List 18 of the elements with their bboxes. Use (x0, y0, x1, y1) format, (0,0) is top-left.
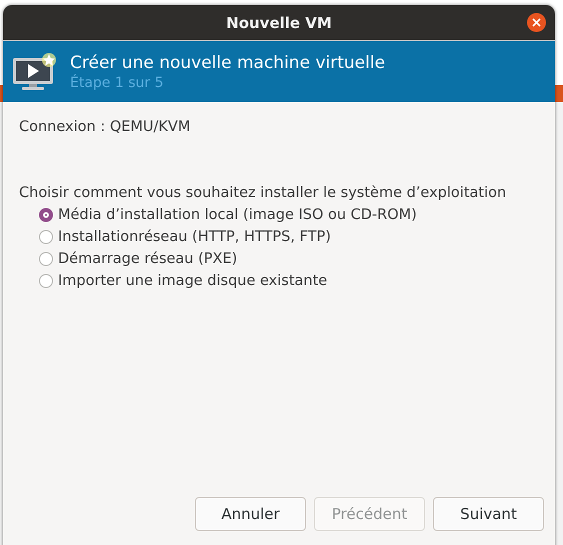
close-icon (532, 18, 541, 27)
install-option[interactable]: Importer une image disque existante (39, 273, 541, 289)
radio-button[interactable] (39, 252, 53, 266)
radio-button[interactable] (39, 230, 53, 244)
install-prompt: Choisir comment vous souhaitez installer le système d’exploitation (19, 185, 508, 201)
close-button[interactable] (527, 13, 546, 32)
connection-label: Connexion : QEMU/KVM (19, 119, 192, 135)
install-option[interactable]: Installationréseau (HTTP, HTTPS, FTP) (39, 229, 541, 245)
install-option[interactable]: Média d’installation local (image ISO ou CD-ROM) (39, 207, 541, 223)
install-option[interactable]: Démarrage réseau (PXE) (39, 251, 541, 267)
window-title: Nouvelle VM (226, 14, 332, 32)
radio-button[interactable] (39, 208, 53, 222)
dialog-button[interactable]: Annuler (195, 497, 306, 531)
step-label: Étape 1 sur 5 (70, 74, 165, 92)
monitor-icon (12, 52, 58, 92)
dialog-button[interactable]: Suivant (433, 497, 544, 531)
header-title: Créer une nouvelle machine virtuelle (70, 52, 386, 74)
radio-button[interactable] (39, 274, 53, 288)
